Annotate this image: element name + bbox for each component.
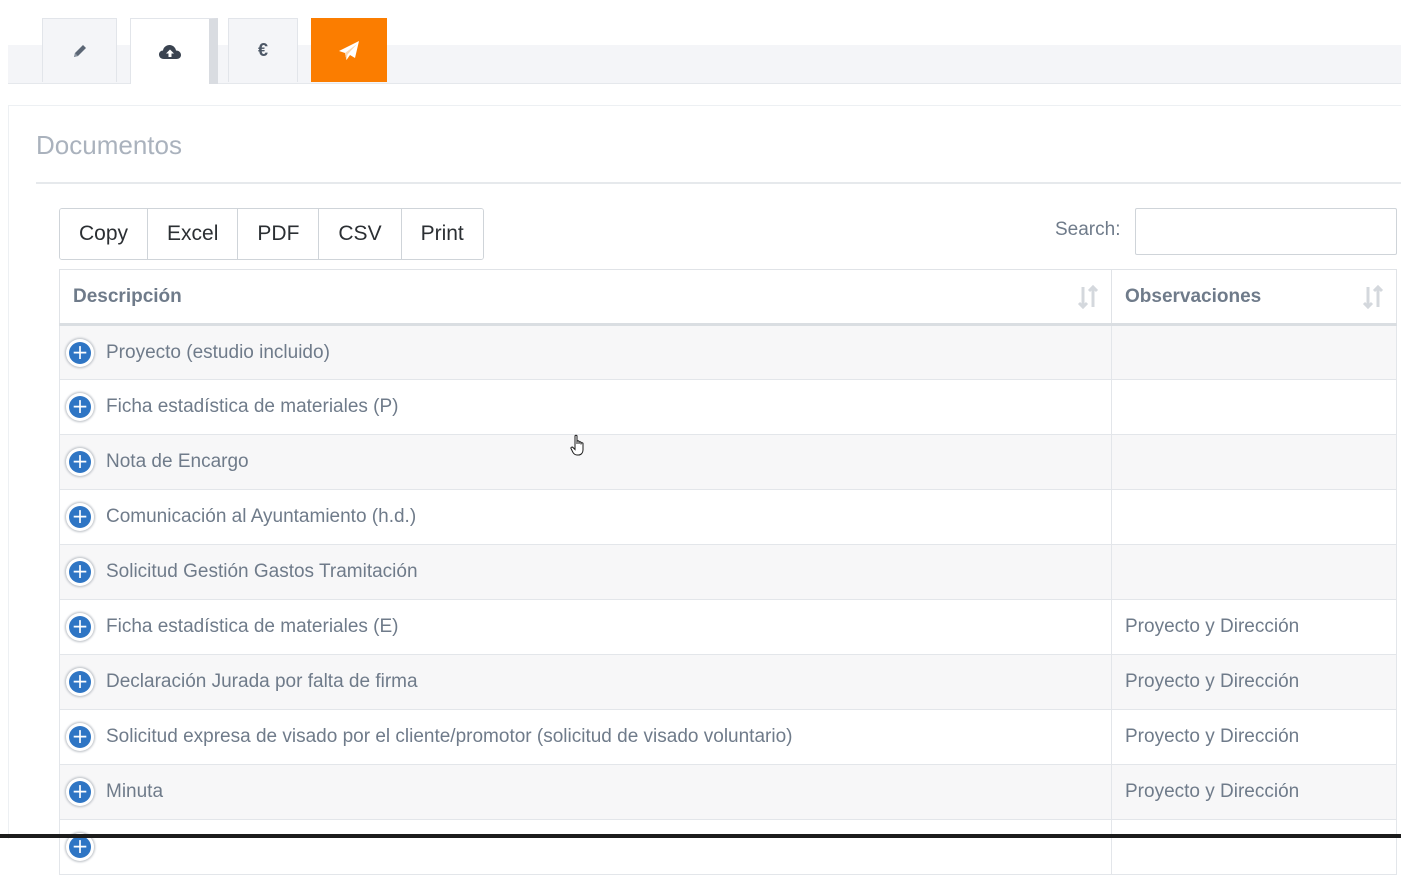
descripcion-cell: + Solicitud Gestión Gastos Tramitación	[59, 544, 1112, 600]
observaciones-cell: Proyecto y Dirección	[1111, 599, 1397, 655]
table-row[interactable]: + Comunicación al Ayuntamiento (h.d.)	[59, 489, 1397, 545]
plus-icon: +	[71, 669, 89, 693]
copy-button[interactable]: Copy	[60, 209, 149, 259]
expand-row-button[interactable]: +	[66, 613, 94, 641]
pencil-icon	[73, 44, 86, 57]
table-header-row: Descripción Observaciones	[59, 269, 1397, 326]
expand-row-button[interactable]: +	[66, 393, 94, 421]
descripcion-cell: +	[59, 819, 1112, 875]
descripcion-text: Nota de Encargo	[106, 451, 249, 472]
title-divider	[36, 182, 1401, 184]
table-row[interactable]: + Ficha estadística de materiales (E) Pro…	[59, 599, 1397, 655]
descripcion-cell: + Comunicación al Ayuntamiento (h.d.)	[59, 489, 1112, 545]
tab-edit[interactable]	[42, 18, 117, 82]
descripcion-text: Proyecto (estudio incluido)	[106, 341, 330, 363]
descripcion-cell: + Minuta	[59, 764, 1112, 820]
descripcion-cell: + Proyecto (estudio incluido)	[59, 324, 1112, 380]
descripcion-text: Declaración Jurada por falta de firma	[106, 671, 418, 692]
descripcion-cell: + Ficha estadística de materiales (E)	[59, 599, 1112, 655]
column-header-label: Descripción	[73, 285, 182, 307]
observaciones-cell: Proyecto y Dirección	[1111, 764, 1397, 820]
tab-fees[interactable]: €	[228, 18, 298, 82]
pdf-button[interactable]: PDF	[238, 209, 320, 259]
descripcion-cell: + Declaración Jurada por falta de firma	[59, 654, 1112, 710]
descripcion-text: Ficha estadística de materiales (P)	[106, 396, 399, 417]
export-button-group: Copy Excel PDF CSV Print	[59, 208, 484, 260]
expand-row-button[interactable]: +	[66, 723, 94, 751]
descripcion-text: Solicitud Gestión Gastos Tramitación	[106, 561, 418, 582]
expand-row-button[interactable]: +	[66, 448, 94, 476]
column-header-descripcion[interactable]: Descripción	[59, 269, 1112, 326]
table-row[interactable]: +	[59, 819, 1397, 875]
descripcion-text: Ficha estadística de materiales (E)	[106, 616, 399, 637]
tab-send[interactable]	[311, 18, 387, 82]
excel-button[interactable]: Excel	[148, 209, 239, 259]
table-row[interactable]: + Nota de Encargo	[59, 434, 1397, 490]
sort-icon	[1362, 285, 1384, 309]
descripcion-text: Solicitud expresa de visado por el clien…	[106, 726, 793, 747]
observaciones-cell	[1111, 379, 1397, 435]
euro-icon: €	[257, 40, 268, 60]
plus-icon: +	[71, 504, 89, 528]
observaciones-cell: Proyecto y Dirección	[1111, 709, 1397, 765]
observaciones-cell	[1111, 819, 1397, 875]
search-input[interactable]	[1135, 208, 1397, 255]
expand-row-button[interactable]: +	[66, 668, 94, 696]
table-row[interactable]: + Solicitud expresa de visado por el clie…	[59, 709, 1397, 765]
csv-button[interactable]: CSV	[319, 209, 402, 259]
expand-row-button[interactable]: +	[66, 778, 94, 806]
search-label: Search:	[1055, 219, 1121, 240]
expand-row-button[interactable]: +	[66, 558, 94, 586]
table-row[interactable]: + Solicitud Gestión Gastos Tramitación	[59, 544, 1397, 600]
observaciones-cell	[1111, 434, 1397, 490]
observaciones-cell	[1111, 324, 1397, 380]
window-bottom-edge	[0, 834, 1401, 838]
column-header-observaciones[interactable]: Observaciones	[1111, 269, 1397, 326]
observaciones-cell	[1111, 489, 1397, 545]
panel-title: Documentos	[36, 130, 182, 160]
observaciones-cell: Proyecto y Dirección	[1111, 654, 1397, 710]
plus-icon: +	[71, 394, 89, 418]
table-row[interactable]: + Proyecto (estudio incluido)	[59, 324, 1397, 380]
plus-icon: +	[71, 724, 89, 748]
plus-icon: +	[71, 779, 89, 803]
descripcion-text: Comunicación al Ayuntamiento (h.d.)	[106, 506, 417, 527]
expand-row-button[interactable]: +	[66, 338, 94, 367]
table-row[interactable]: + Declaración Jurada por falta de firma P…	[59, 654, 1397, 710]
paper-plane-icon	[339, 40, 359, 60]
tab-upload[interactable]	[130, 18, 218, 84]
plus-icon: +	[71, 559, 89, 583]
descripcion-cell: + Solicitud expresa de visado por el clie…	[59, 709, 1112, 765]
plus-icon: +	[71, 339, 89, 364]
plus-icon: +	[71, 614, 89, 638]
table-row[interactable]: + Ficha estadística de materiales (P)	[59, 379, 1397, 435]
descripcion-text: Minuta	[106, 781, 164, 802]
print-button[interactable]: Print	[401, 209, 483, 259]
observaciones-cell	[1111, 544, 1397, 600]
cloud-upload-icon	[159, 44, 181, 59]
column-header-label: Observaciones	[1125, 285, 1262, 307]
table-row[interactable]: + Minuta Proyecto y Dirección	[59, 764, 1397, 820]
documents-table: Descripción Observaciones + Proyecto (es…	[59, 269, 1397, 875]
descripcion-cell: + Nota de Encargo	[59, 434, 1112, 490]
expand-row-button[interactable]: +	[66, 503, 94, 531]
plus-icon: +	[71, 449, 89, 473]
documents-table-wrapper: Descripción Observaciones + Proyecto (es…	[59, 269, 1397, 875]
sort-icon	[1077, 285, 1099, 309]
descripcion-cell: + Ficha estadística de materiales (P)	[59, 379, 1112, 435]
